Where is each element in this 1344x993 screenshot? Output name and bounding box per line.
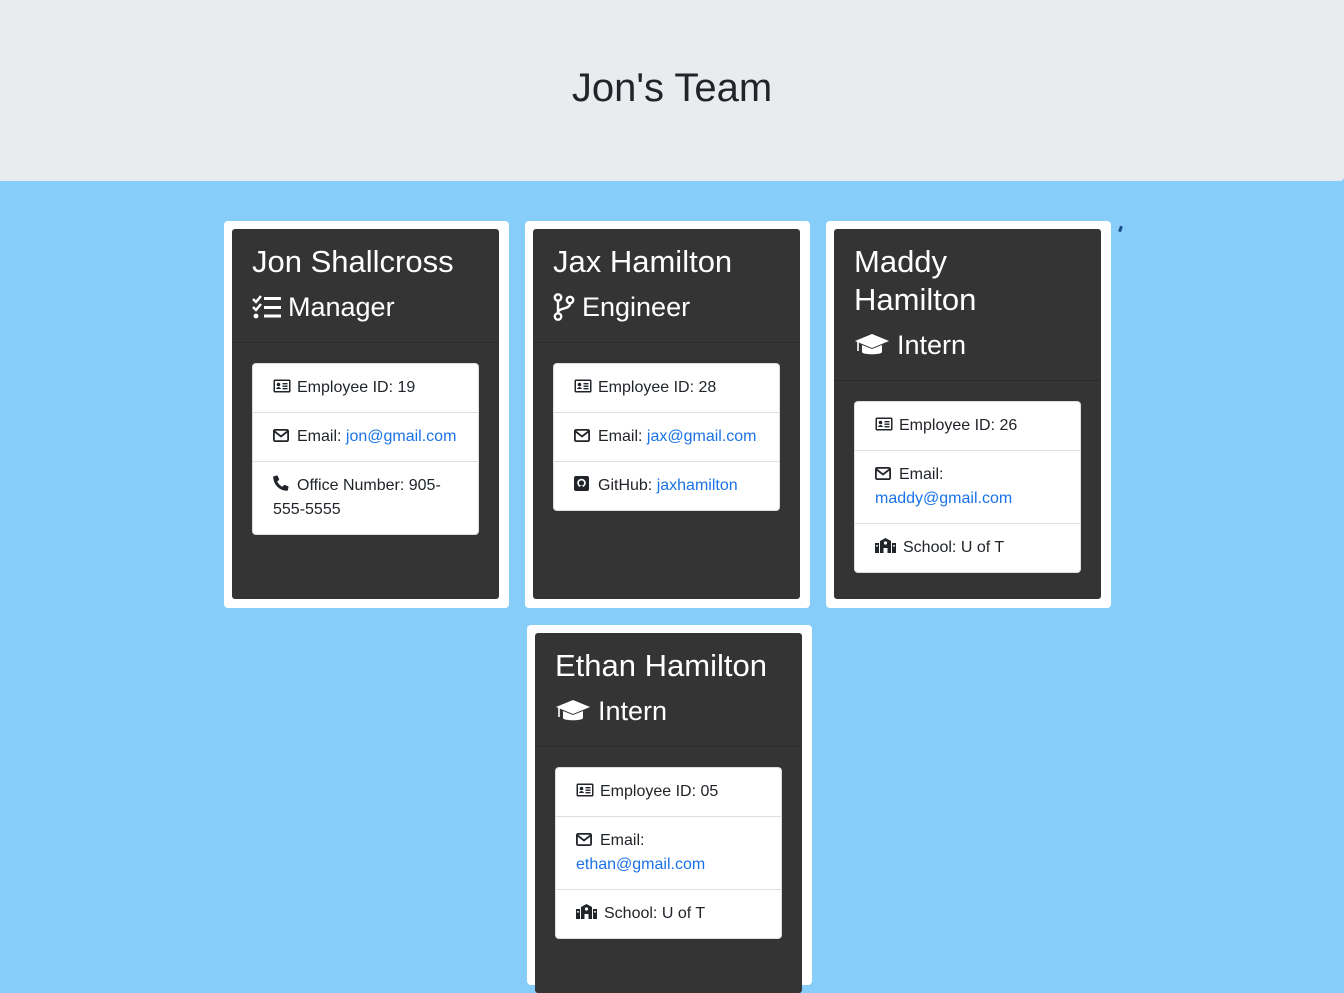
github-icon <box>574 475 592 491</box>
info-list: Employee ID: 28 Email: jax@gmail.com Git… <box>553 363 780 511</box>
school-icon <box>576 903 598 919</box>
list-item-employee-id: Employee ID: 26 <box>855 402 1080 450</box>
item-text: Email: <box>899 466 944 483</box>
list-item-github: GitHub: jaxhamilton <box>554 461 779 510</box>
item-text: GitHub: <box>598 477 657 494</box>
list-item-employee-id: Employee ID: 05 <box>556 768 781 816</box>
id-card-icon <box>273 377 291 393</box>
envelope-icon <box>272 426 291 442</box>
item-text: Email: <box>598 428 647 445</box>
graduation-cap-icon <box>555 699 591 723</box>
id-card-icon <box>875 415 893 431</box>
info-list: Employee ID: 19 Email: jon@gmail.com Off… <box>252 363 479 535</box>
item-text: School: U of T <box>903 539 1005 556</box>
envelope-icon <box>575 830 594 846</box>
list-item-email: Email: jax@gmail.com <box>554 412 779 461</box>
employee-card-wrapper: Jax Hamilton Engineer Employee ID: 28 Em… <box>525 221 810 608</box>
list-item-email: Email: maddy@gmail.com <box>855 450 1080 523</box>
employee-card: Maddy Hamilton Intern Employee ID: 26 Em… <box>834 229 1101 599</box>
page-title: Jon's Team <box>571 66 773 110</box>
phone-icon <box>273 475 291 491</box>
email-link[interactable]: ethan@gmail.com <box>576 856 705 873</box>
email-link[interactable]: maddy@gmail.com <box>875 490 1012 507</box>
card-body: Employee ID: 28 Email: jax@gmail.com Git… <box>533 343 800 535</box>
item-text: Employee ID: 19 <box>297 379 416 396</box>
id-card-icon <box>576 781 594 797</box>
employee-name: Jon Shallcross <box>252 244 454 279</box>
list-item-school: School: U of T <box>855 523 1080 572</box>
employee-card-wrapper: Ethan Hamilton Intern Employee ID: 05 Em… <box>527 625 812 993</box>
employee-card-wrapper: Jon Shallcross Manager Employee ID: 19 E… <box>224 221 509 608</box>
item-text: Office Number: 905-555-5555 <box>273 477 441 518</box>
list-item-school: School: U of T <box>556 889 781 938</box>
employee-name: Maddy Hamilton <box>854 244 977 317</box>
item-text: Employee ID: 26 <box>899 417 1018 434</box>
card-body: Employee ID: 19 Email: jon@gmail.com Off… <box>232 343 499 559</box>
card-body: Employee ID: 26 Email: maddy@gmail.com S… <box>834 381 1101 597</box>
employee-name: Jax Hamilton <box>553 244 733 279</box>
employee-role: Intern <box>555 694 782 728</box>
employee-role: Engineer <box>553 290 780 324</box>
role-label: Engineer <box>582 292 691 322</box>
list-item-office-number: Office Number: 905-555-5555 <box>253 461 478 534</box>
card-header: Ethan Hamilton Intern <box>535 633 802 747</box>
card-body: Employee ID: 05 Email: ethan@gmail.com S… <box>535 747 802 963</box>
id-card-icon <box>574 377 592 393</box>
employee-role: Manager <box>252 290 479 324</box>
list-item-employee-id: Employee ID: 19 <box>253 364 478 412</box>
employee-card: Jon Shallcross Manager Employee ID: 19 E… <box>232 229 499 599</box>
card-header: Jon Shallcross Manager <box>232 229 499 343</box>
role-label: Intern <box>598 696 668 726</box>
item-text: Employee ID: 28 <box>598 379 717 396</box>
list-item-email: Email: jon@gmail.com <box>253 412 478 461</box>
item-text: Email: <box>297 428 346 445</box>
code-branch-icon <box>553 293 575 321</box>
employee-card: Ethan Hamilton Intern Employee ID: 05 Em… <box>535 633 802 993</box>
item-text: Employee ID: 05 <box>600 783 719 800</box>
info-list: Employee ID: 05 Email: ethan@gmail.com S… <box>555 767 782 939</box>
envelope-icon <box>573 426 592 442</box>
employee-name: Ethan Hamilton <box>555 648 767 683</box>
tasks-icon <box>252 295 281 319</box>
graduation-cap-icon <box>854 333 890 357</box>
role-label: Manager <box>288 292 395 322</box>
envelope-icon <box>874 464 893 480</box>
school-icon <box>875 537 897 553</box>
card-header: Jax Hamilton Engineer <box>533 229 800 343</box>
stray-mark <box>1118 225 1123 233</box>
email-link[interactable]: jax@gmail.com <box>647 428 757 445</box>
item-text: Email: <box>600 832 645 849</box>
list-item-email: Email: ethan@gmail.com <box>556 816 781 889</box>
github-link[interactable]: jaxhamilton <box>657 477 738 494</box>
role-label: Intern <box>897 330 967 360</box>
item-text: School: U of T <box>604 905 706 922</box>
email-link[interactable]: jon@gmail.com <box>346 428 457 445</box>
employee-role: Intern <box>854 328 1041 362</box>
info-list: Employee ID: 26 Email: maddy@gmail.com S… <box>854 401 1081 573</box>
employee-card: Jax Hamilton Engineer Employee ID: 28 Em… <box>533 229 800 599</box>
card-header: Maddy Hamilton Intern <box>834 229 1101 381</box>
list-item-employee-id: Employee ID: 28 <box>554 364 779 412</box>
employee-card-wrapper: Maddy Hamilton Intern Employee ID: 26 Em… <box>826 221 1111 608</box>
page-header: Jon's Team <box>0 0 1344 181</box>
